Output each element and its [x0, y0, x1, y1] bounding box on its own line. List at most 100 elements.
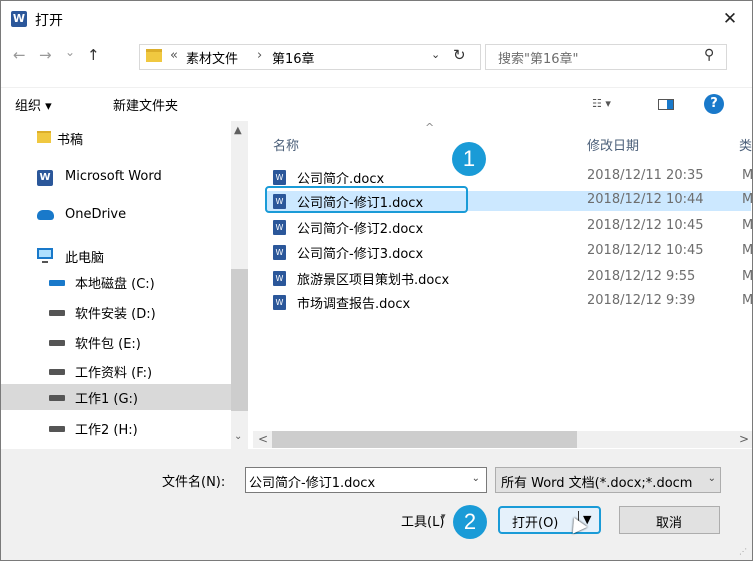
up-arrow-icon[interactable]: ↑	[87, 46, 100, 64]
file-name: 市场调查报告.docx	[297, 297, 411, 312]
resize-grip-icon[interactable]: ⋰	[739, 547, 747, 556]
column-header-modified[interactable]: 修改日期	[587, 135, 639, 154]
address-bar[interactable]: « 素材文件 › 第16章 ⌄ ↻	[139, 44, 481, 70]
sidebar-item-label: Microsoft Word	[65, 169, 162, 184]
file-type: M	[742, 243, 753, 258]
sidebar-item-label: 工作1 (G:)	[75, 392, 139, 407]
address-dropdown-icon[interactable]: ⌄	[431, 48, 440, 61]
word-document-icon: W	[273, 271, 286, 286]
scroll-left-icon[interactable]: <	[258, 432, 268, 446]
sidebar-item-drive-f[interactable]: 工作资料 (F:)	[1, 358, 231, 384]
breadcrumb-item[interactable]: 素材文件	[186, 48, 238, 67]
filetype-select[interactable]: 所有 Word 文档(*.docx;*.docm ⌄	[495, 467, 721, 493]
scroll-up-icon[interactable]: ▲	[234, 125, 242, 136]
file-modified: 2018/12/12 9:39	[587, 293, 696, 308]
word-document-icon: W	[273, 220, 286, 235]
system-drive-icon	[49, 280, 65, 286]
sidebar-item-shugao[interactable]: 书稿	[1, 125, 231, 151]
preview-pane-icon[interactable]	[658, 99, 674, 110]
tools-menu[interactable]: 工具(L)	[401, 511, 444, 530]
close-button[interactable]: ✕	[713, 7, 747, 31]
sidebar-item-label: 工作2 (H:)	[75, 423, 138, 438]
forward-arrow-icon[interactable]: →	[39, 46, 52, 64]
file-list: 名称 ^ 修改日期 类 W 公司简介.docx 2018/12/11 20:35…	[253, 121, 753, 449]
cancel-button-label: 取消	[656, 516, 683, 531]
scroll-right-icon[interactable]: >	[739, 432, 749, 446]
step-2-badge: 2	[453, 505, 487, 539]
file-type: M	[742, 192, 753, 207]
sidebar-scrollbar[interactable]: ▲ ⌄	[231, 121, 248, 449]
drive-icon	[49, 395, 65, 401]
file-modified: 2018/12/12 10:45	[587, 243, 704, 258]
breadcrumb-separator[interactable]: ›	[257, 48, 262, 63]
file-name: 旅游景区项目策划书.docx	[297, 273, 450, 288]
step-1-badge: 1	[452, 142, 486, 176]
word-icon: W	[37, 170, 53, 186]
open-button-label: 打开(O)	[512, 516, 559, 531]
drive-icon	[49, 426, 65, 432]
new-folder-button[interactable]: 新建文件夹	[113, 95, 178, 114]
breadcrumb-item[interactable]: 第16章	[272, 48, 315, 67]
search-icon[interactable]: ⚲	[704, 47, 714, 63]
drive-icon	[49, 310, 65, 316]
computer-icon	[37, 248, 53, 263]
cancel-button[interactable]: 取消	[619, 506, 720, 534]
sidebar-item-label: 工作资料 (F:)	[75, 366, 153, 381]
file-row[interactable]: W 旅游景区项目策划书.docx 2018/12/12 9:55 M	[265, 268, 753, 288]
change-view-icon[interactable]: ☷ ▾	[592, 97, 611, 110]
sidebar-item-this-pc[interactable]: 此电脑	[1, 243, 231, 269]
selection-highlight-callout	[265, 186, 468, 213]
sidebar-item-drive-h[interactable]: 工作2 (H:)	[1, 415, 231, 441]
search-placeholder: 搜索"第16章"	[498, 52, 579, 67]
file-modified: 2018/12/12 9:55	[587, 269, 696, 284]
file-row[interactable]: W 公司简介-修订2.docx 2018/12/12 10:45 M	[265, 217, 753, 237]
file-row[interactable]: W 公司简介.docx 2018/12/11 20:35 M	[265, 167, 753, 187]
sidebar-item-label: OneDrive	[65, 207, 127, 222]
scrollbar-thumb[interactable]	[231, 269, 248, 411]
filetype-value: 所有 Word 文档(*.docx;*.docm	[501, 476, 693, 491]
column-header-type[interactable]: 类	[739, 135, 752, 154]
breadcrumb-overflow[interactable]: «	[170, 48, 178, 63]
refresh-icon[interactable]: ↻	[453, 46, 466, 64]
scrollbar-thumb[interactable]	[272, 431, 577, 448]
folder-icon	[37, 131, 51, 143]
help-icon[interactable]: ?	[704, 94, 724, 114]
chevron-down-icon[interactable]: ⌄	[472, 473, 480, 484]
open-button[interactable]: 打开(O) ▼	[498, 506, 601, 534]
drive-icon	[49, 369, 65, 375]
file-row[interactable]: W 市场调查报告.docx 2018/12/12 9:39 M	[265, 292, 753, 312]
folder-icon	[146, 49, 162, 62]
window-title: 打开	[35, 13, 63, 29]
sidebar-item-label: 书稿	[57, 133, 84, 148]
organize-menu[interactable]: 组织 ▾	[15, 95, 52, 114]
sidebar-item-label: 软件包 (E:)	[75, 337, 141, 352]
file-name: 公司简介-修订2.docx	[297, 222, 424, 237]
sort-ascending-icon: ^	[425, 121, 435, 134]
open-file-dialog: W 打开 ✕ ← → ⌄ ↑ « 素材文件 › 第16章 ⌄ ↻ 搜索"第16章…	[0, 0, 753, 561]
word-app-icon: W	[11, 11, 27, 27]
sidebar-item-onedrive[interactable]: OneDrive	[1, 203, 231, 229]
sidebar-item-drive-e[interactable]: 软件包 (E:)	[1, 329, 231, 355]
sidebar-item-microsoft-word[interactable]: W Microsoft Word	[1, 165, 231, 191]
sidebar-item-label: 本地磁盘 (C:)	[75, 277, 155, 292]
horizontal-scrollbar[interactable]: < >	[253, 431, 752, 448]
scroll-down-icon[interactable]: ⌄	[234, 431, 242, 442]
file-row[interactable]: W 公司简介-修订3.docx 2018/12/12 10:45 M	[265, 242, 753, 262]
tools-dropdown-icon[interactable]: ▾	[441, 512, 446, 522]
word-document-icon: W	[273, 245, 286, 260]
sidebar-item-drive-d[interactable]: 软件安装 (D:)	[1, 299, 231, 325]
file-modified: 2018/12/12 10:45	[587, 218, 704, 233]
sidebar-item-drive-g[interactable]: 工作1 (G:)	[1, 384, 231, 410]
title-bar: W 打开 ✕	[1, 1, 752, 37]
filename-label: 文件名(N):	[162, 475, 226, 490]
file-name: 公司简介.docx	[297, 172, 385, 187]
filename-value[interactable]: 公司简介-修订1.docx	[249, 472, 375, 491]
column-header-name[interactable]: 名称	[273, 135, 299, 154]
chevron-down-icon[interactable]: ⌄	[705, 473, 716, 484]
filename-combobox[interactable]: 公司简介-修订1.docx ⌄	[245, 467, 487, 493]
back-arrow-icon[interactable]: ←	[13, 46, 26, 64]
sidebar-item-label: 软件安装 (D:)	[75, 307, 156, 322]
recent-locations-icon[interactable]: ⌄	[65, 45, 75, 59]
sidebar-item-drive-c[interactable]: 本地磁盘 (C:)	[1, 269, 231, 295]
search-box[interactable]: 搜索"第16章" ⚲	[485, 44, 727, 70]
